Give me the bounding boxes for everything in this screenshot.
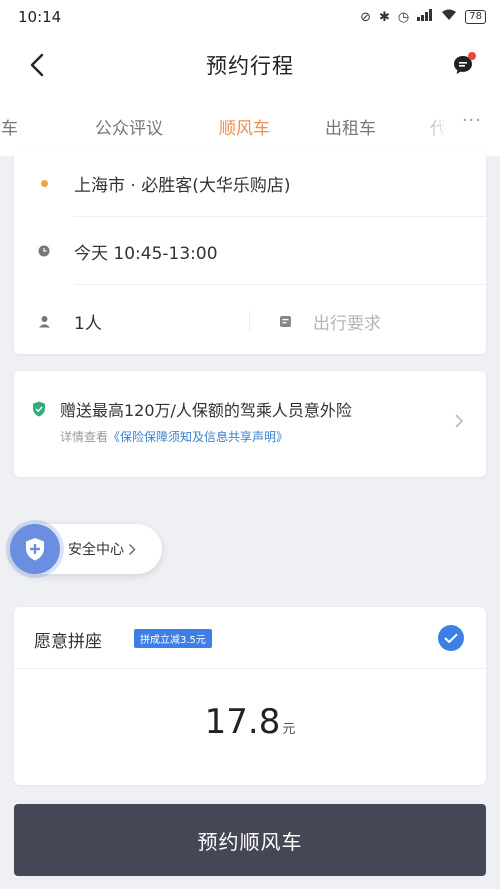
note-icon	[280, 315, 291, 327]
clock-icon	[38, 245, 50, 257]
destination-row[interactable]: 上海市 · 必胜客(大华乐购店)	[14, 168, 486, 198]
carpool-option-row[interactable]: 愿意拼座 拼成立减3.5元	[14, 607, 486, 669]
passenger-requirement-row: 1人 出行要求	[14, 306, 486, 336]
insurance-card[interactable]: 赠送最高120万/人保额的驾乘人员意外险 详情查看《保险保障须知及信息共享声明》	[14, 371, 486, 477]
destination-dot-icon	[40, 179, 48, 187]
status-icons: ⊘ ✱ ◷ 78	[360, 9, 486, 25]
signal-icon	[417, 9, 433, 25]
chevron-right-icon	[129, 543, 136, 555]
tab-public-review[interactable]: 公众评议	[95, 114, 163, 139]
insurance-title: 赠送最高120万/人保额的驾乘人员意外险	[60, 401, 352, 420]
chevron-left-icon	[30, 53, 44, 77]
requirements-input[interactable]: 出行要求	[313, 309, 381, 334]
time-row[interactable]: 今天 10:45-13:00	[14, 236, 486, 266]
safety-center-label: 安全中心	[68, 542, 124, 558]
price-value: 17.8	[204, 702, 281, 742]
wifi-icon	[441, 9, 457, 25]
battery-icon: 78	[465, 10, 486, 24]
safety-shield-badge	[10, 524, 60, 574]
back-button[interactable]	[22, 50, 52, 80]
checkmark-icon	[444, 633, 458, 643]
tab-hitch-ride[interactable]: 顺风车	[219, 114, 270, 139]
page-title: 预约行程	[206, 54, 294, 78]
status-time: 10:14	[18, 8, 62, 26]
book-hitch-ride-button[interactable]: 预约顺风车	[14, 804, 486, 876]
alarm-icon: ⊘	[360, 9, 372, 25]
destination-text: 上海市 · 必胜客(大华乐购店)	[74, 175, 291, 196]
carpool-card: 愿意拼座 拼成立减3.5元 17.8 元	[14, 607, 486, 785]
carpool-label: 愿意拼座	[34, 632, 102, 652]
shield-plus-icon	[26, 537, 44, 560]
more-tabs-icon[interactable]: ···	[462, 110, 482, 131]
passenger-count[interactable]: 1人	[74, 309, 249, 334]
price-display: 17.8 元	[14, 702, 486, 742]
tab-taxi[interactable]: 出租车	[325, 114, 376, 139]
safety-center-button[interactable]: 安全中心	[10, 524, 162, 574]
carpool-discount-badge: 拼成立减3.5元	[134, 629, 212, 648]
person-icon	[38, 315, 50, 327]
insurance-subtitle: 详情查看《保险保障须知及信息共享声明》	[60, 430, 289, 444]
clock-icon: ◷	[397, 9, 410, 25]
chevron-right-icon	[455, 414, 464, 428]
carpool-checkbox[interactable]	[438, 625, 464, 651]
shield-check-icon	[33, 401, 45, 417]
insurance-terms-link[interactable]: 《保险保障须知及信息共享声明》	[108, 430, 288, 444]
status-bar: 10:14 ⊘ ✱ ◷ 78	[0, 0, 500, 34]
app-header: 预约行程	[0, 34, 500, 96]
message-button[interactable]	[448, 50, 478, 80]
price-unit: 元	[282, 722, 296, 737]
time-text: 今天 10:45-13:00	[74, 243, 218, 264]
service-tabs: 专车 公众评议 顺风车 出租车 代驾 ···	[0, 96, 500, 156]
unread-dot	[468, 52, 476, 60]
tab-special-car[interactable]: 专车	[0, 114, 18, 139]
trip-card: 上海市 · 必胜客(大华乐购店) 今天 10:45-13:00 1人 出行要求	[14, 150, 486, 354]
bluetooth-icon: ✱	[379, 9, 390, 25]
